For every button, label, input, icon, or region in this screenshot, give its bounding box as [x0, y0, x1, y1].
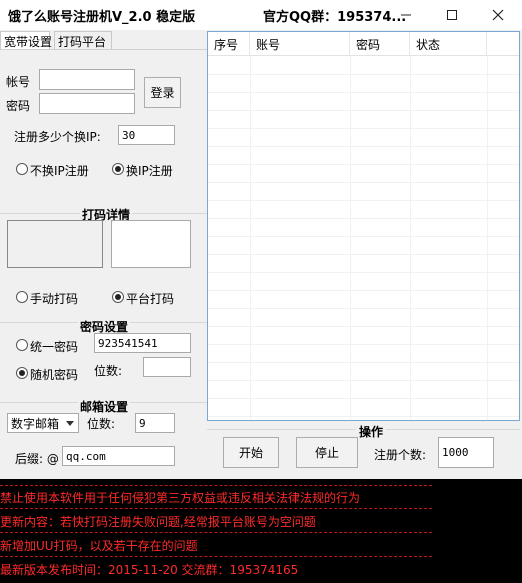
table-grid-line: [208, 272, 519, 273]
maximize-icon[interactable]: [429, 0, 475, 30]
table-header: 序号 账号 密码 状态: [208, 32, 519, 56]
column-header-password[interactable]: 密码: [350, 32, 410, 56]
table-grid-line: [208, 146, 519, 147]
email-type-value: 数字邮箱: [11, 416, 60, 431]
table-column-line: [250, 56, 251, 420]
table-grid-line: [208, 92, 519, 93]
log-panel: 禁止使用本软件用于任何侵犯第三方权益或违反相关法律法规的行为 更新内容：若快打码…: [0, 479, 522, 583]
email-type-select[interactable]: 数字邮箱: [7, 413, 79, 433]
log-separator: [0, 556, 432, 557]
table-grid-line: [208, 110, 519, 111]
table-grid-line: [208, 416, 519, 417]
table-grid-line: [208, 200, 519, 201]
ip-switch-label: 注册多少个换IP:: [14, 130, 101, 144]
email-suffix-label: 后缀: @: [15, 452, 59, 466]
captcha-image-box: [7, 220, 103, 268]
table-column-line: [350, 56, 351, 420]
tab-captcha-platform[interactable]: 打码平台: [54, 31, 112, 50]
random-password-label: 随机密码: [30, 368, 79, 382]
table-grid-line: [208, 74, 519, 75]
switch-ip-label: 换IP注册: [126, 164, 173, 178]
login-button[interactable]: 登录: [144, 77, 181, 108]
start-button[interactable]: 开始: [223, 437, 279, 468]
uniform-password-label: 统一密码: [30, 340, 79, 354]
table-grid-line: [208, 290, 519, 291]
stop-button[interactable]: 停止: [296, 437, 358, 468]
minimize-icon[interactable]: [383, 0, 429, 30]
log-separator: [0, 485, 432, 486]
table-grid-line: [208, 308, 519, 309]
close-icon[interactable]: [475, 0, 521, 30]
table-grid-line: [208, 344, 519, 345]
log-line: 更新内容：若快打码注册失败问题,经常报平台账号为空问题: [0, 515, 316, 529]
email-suffix-input[interactable]: qq.com: [62, 446, 175, 466]
log-line: 禁止使用本软件用于任何侵犯第三方权益或违反相关法律法规的行为: [0, 491, 361, 505]
password-label: 密码: [6, 99, 31, 113]
table-grid-line: [208, 218, 519, 219]
table-grid-line: [208, 128, 519, 129]
platform-captcha-label: 平台打码: [126, 292, 175, 306]
column-header-status[interactable]: 状态: [410, 32, 487, 56]
email-digits-input[interactable]: 9: [135, 413, 175, 433]
account-input[interactable]: [39, 69, 135, 90]
table-grid-line: [208, 182, 519, 183]
ip-switch-count-input[interactable]: 30: [118, 125, 175, 145]
email-digits-label: 位数:: [87, 417, 116, 431]
table-grid-line: [208, 398, 519, 399]
table-grid-line: [208, 326, 519, 327]
manual-captcha-label: 手动打码: [30, 292, 79, 306]
log-separator: [0, 508, 432, 509]
register-count-label: 注册个数:: [374, 448, 427, 462]
switch-ip-radio[interactable]: [112, 163, 124, 175]
table-column-line: [487, 56, 488, 420]
table-grid-line: [208, 164, 519, 165]
platform-captcha-radio[interactable]: [112, 291, 124, 303]
log-separator: [0, 532, 432, 533]
random-password-radio[interactable]: [16, 367, 28, 379]
window-title: 饿了么账号注册机V_2.0 稳定版: [8, 10, 196, 25]
chevron-down-icon: [66, 421, 74, 426]
password-input[interactable]: [39, 93, 135, 114]
table-column-line: [410, 56, 411, 420]
table-grid-line: [208, 380, 519, 381]
no-switch-ip-radio[interactable]: [16, 163, 28, 175]
password-digits-input[interactable]: [143, 357, 191, 377]
log-line: 新增加UU打码，以及若干存在的问题: [0, 539, 198, 553]
log-line: 最新版本发布时间：2015-11-20 交流群：195374165: [0, 563, 299, 577]
column-header-account[interactable]: 账号: [250, 32, 350, 56]
table-grid-line: [208, 362, 519, 363]
captcha-input-box[interactable]: [111, 220, 191, 268]
password-digits-label: 位数:: [94, 364, 123, 378]
accounts-table[interactable]: 序号 账号 密码 状态: [207, 31, 520, 421]
account-label: 帐号: [6, 75, 31, 89]
tab-broadband-settings[interactable]: 宽带设置: [0, 31, 52, 50]
column-header-index[interactable]: 序号: [208, 32, 250, 56]
email-section-title: 邮箱设置: [78, 398, 131, 415]
table-grid-line: [208, 254, 519, 255]
uniform-password-input[interactable]: 923541541: [94, 333, 191, 353]
no-switch-ip-label: 不换IP注册: [30, 164, 89, 178]
uniform-password-radio[interactable]: [16, 339, 28, 351]
manual-captcha-radio[interactable]: [16, 291, 28, 303]
table-grid-line: [208, 236, 519, 237]
register-count-input[interactable]: 1000: [438, 437, 494, 468]
operations-section-title: 操作: [356, 423, 387, 440]
